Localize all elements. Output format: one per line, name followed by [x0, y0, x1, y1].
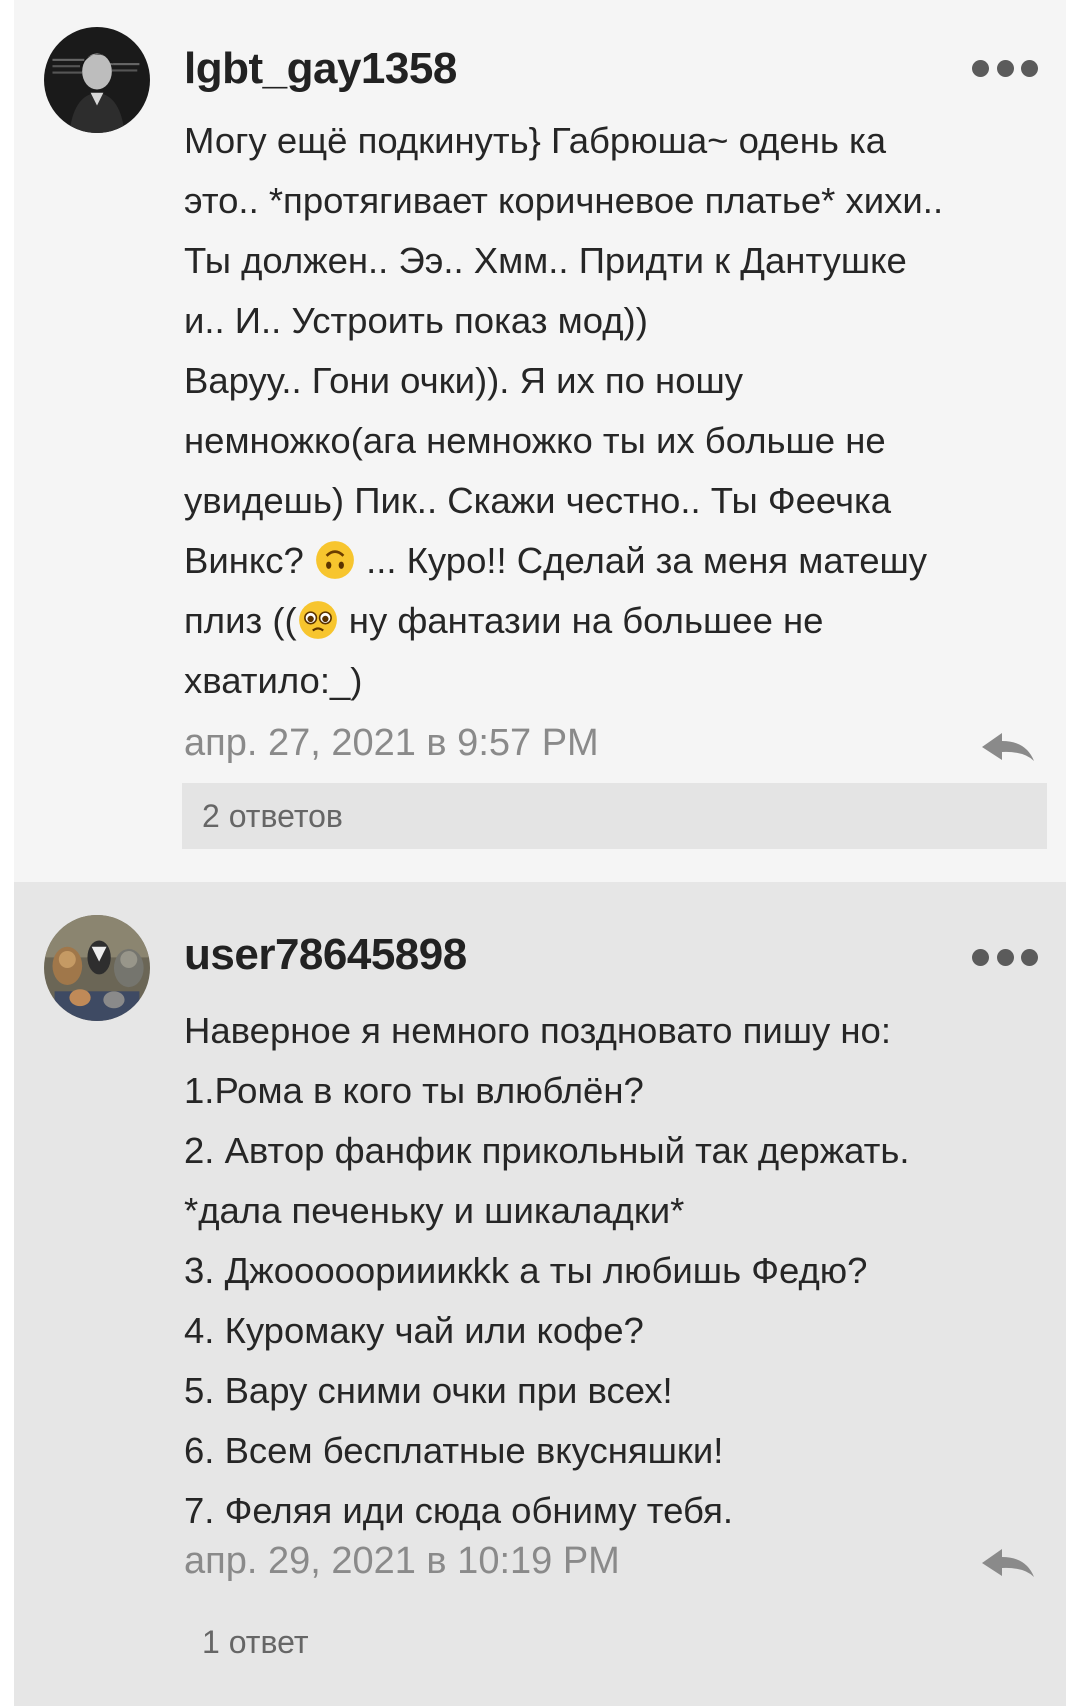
comment-line: 1.Рома в кого ты влюблён? — [184, 1070, 644, 1111]
comment-line: Винкс? ... Куро!! Сделай за меня матешу — [184, 531, 1054, 591]
avatar-dark-portrait-icon — [44, 27, 150, 133]
comment-line: 5. Вару сними очки при всех! — [184, 1370, 673, 1411]
replies-button[interactable]: 1 ответ — [182, 1609, 1047, 1675]
comment-line: это.. *протягивает коричневое платье* хи… — [184, 180, 944, 221]
replies-button[interactable]: 2 ответов — [182, 783, 1047, 849]
text-segment: ну фантазии на большее не — [338, 600, 824, 641]
comment-line: *дала печеньку и шикаладки* — [184, 1190, 685, 1231]
text-segment: ... Куро!! Сделай за меня матешу — [355, 540, 928, 581]
text-segment: Винкс? — [184, 540, 314, 581]
comment-line: 3. Джооооорииикkk а ты любишь Федю? — [184, 1250, 868, 1291]
more-options-icon[interactable] — [972, 947, 1038, 967]
comment-date: апр. 29, 2021 в 10:19 PM — [184, 1540, 620, 1582]
comment-line: 6. Всем бесплатные вкусняшки! — [184, 1430, 724, 1471]
comments-list: lgbt_gay1358 Могу ещё подкинуть} Габрюша… — [14, 0, 1066, 1706]
text-segment: плиз (( — [184, 600, 297, 641]
reply-arrow-icon[interactable] — [978, 727, 1038, 767]
avatar[interactable] — [44, 915, 150, 1021]
comment-card: lgbt_gay1358 Могу ещё подкинуть} Габрюша… — [14, 0, 1066, 882]
comment-text: Наверное я немного поздновато пишу но: 1… — [184, 1001, 1054, 1541]
comment-line: хватило:_) — [184, 660, 363, 701]
comment-username[interactable]: lgbt_gay1358 — [184, 44, 457, 94]
comment-username[interactable]: user78645898 — [184, 930, 467, 980]
comment-line: увидешь) Пик.. Скажи честно.. Ты Феечка — [184, 480, 892, 521]
pleading-face-emoji — [298, 601, 337, 639]
comment-text: Могу ещё подкинуть} Габрюша~ одень ка эт… — [184, 111, 1054, 711]
comment-line: Ты должен.. Ээ.. Хмм.. Придти к Дантушке — [184, 240, 907, 281]
comment-line: немножко(ага немножко ты их больше не — [184, 420, 886, 461]
comment-date: апр. 27, 2021 в 9:57 PM — [184, 722, 599, 764]
comment-line: 2. Автор фанфик прикольный так держать. — [184, 1130, 910, 1171]
more-options-icon[interactable] — [972, 58, 1038, 78]
reply-arrow-icon[interactable] — [978, 1543, 1038, 1583]
comment-line: 7. Феляя иди сюда обниму тебя. — [184, 1490, 734, 1531]
avatar-animals-collage-icon — [44, 915, 150, 1021]
comment-line: Варуу.. Гони очки)). Я их по ношу — [184, 360, 744, 401]
comment-line: плиз (( ну фантазии на большее не — [184, 591, 1054, 651]
comment-line: и.. И.. Устроить показ мод)) — [184, 300, 648, 341]
avatar[interactable] — [44, 27, 150, 133]
comment-line: Могу ещё подкинуть} Габрюша~ одень ка — [184, 120, 887, 161]
comment-line: 4. Куромаку чай или кофе? — [184, 1310, 644, 1351]
comment-card: user78645898 Наверное я немного позднова… — [14, 882, 1066, 1706]
upside-down-face-emoji — [316, 541, 354, 579]
comment-line: Наверное я немного поздновато пишу но: — [184, 1010, 891, 1051]
